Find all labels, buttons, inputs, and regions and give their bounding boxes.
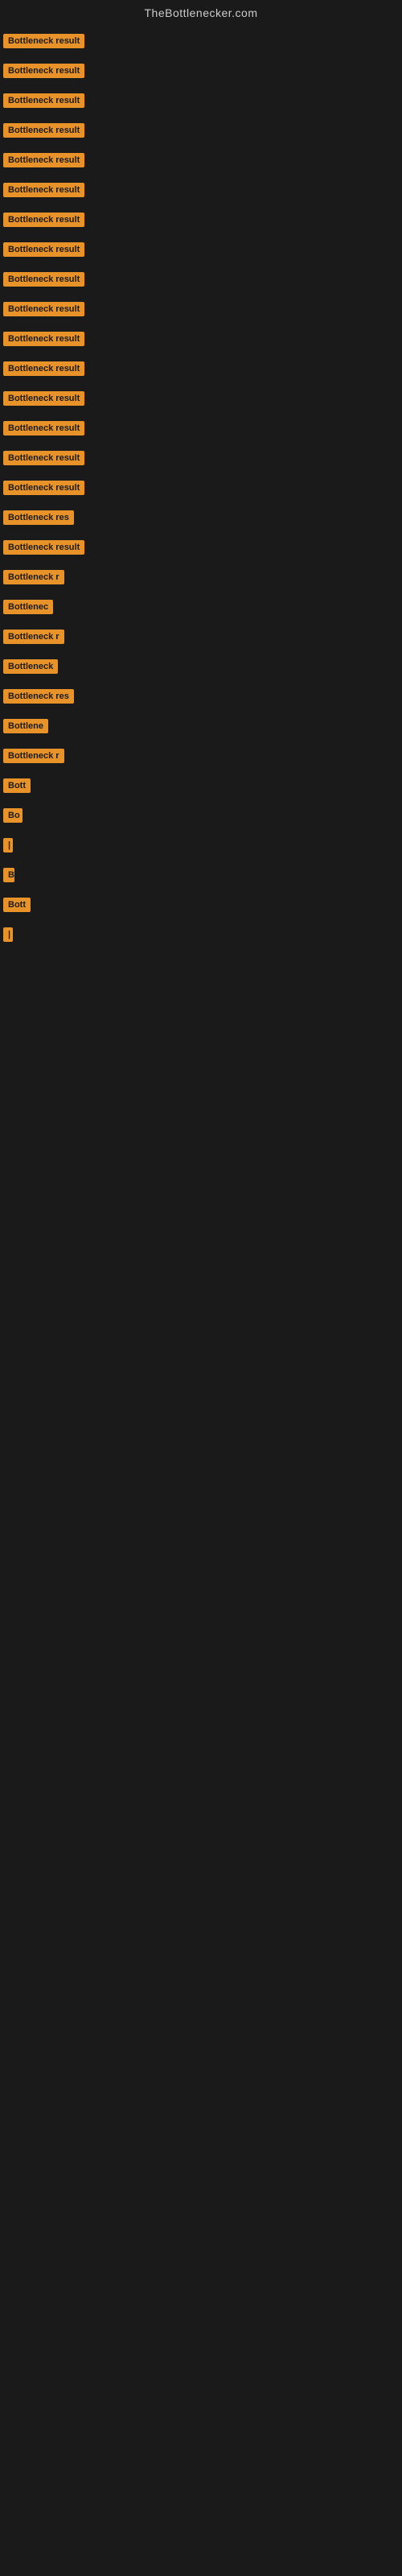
bottleneck-result-label[interactable]: Bottleneck result: [3, 391, 84, 406]
list-item: Bottleneck result: [0, 416, 402, 444]
list-item: Bottleneck result: [0, 178, 402, 206]
bottleneck-result-label[interactable]: Bottleneck result: [3, 421, 84, 436]
bottleneck-result-label[interactable]: Bottleneck result: [3, 332, 84, 346]
bottleneck-result-label[interactable]: Bottleneck result: [3, 451, 84, 465]
list-item: Bott: [0, 893, 402, 921]
list-item: Bottleneck r: [0, 744, 402, 772]
bottleneck-result-label[interactable]: Bottleneck: [3, 659, 58, 674]
list-item: Bottleneck result: [0, 208, 402, 236]
list-item: Bottleneck res: [0, 506, 402, 534]
list-item: Bott: [0, 774, 402, 802]
site-title: TheBottlenecker.com: [0, 0, 402, 26]
bottleneck-result-label[interactable]: |: [3, 838, 13, 852]
bottleneck-result-label[interactable]: Bott: [3, 778, 31, 793]
list-item: Bottleneck result: [0, 59, 402, 87]
list-item: Bottleneck result: [0, 386, 402, 415]
list-item: B: [0, 863, 402, 891]
bottleneck-result-label[interactable]: Bottleneck r: [3, 570, 64, 584]
bottleneck-result-label[interactable]: Bottleneck result: [3, 93, 84, 108]
list-item: Bottleneck result: [0, 118, 402, 147]
items-container: Bottleneck result Bottleneck result Bottle…: [0, 26, 402, 956]
bottleneck-result-label[interactable]: Bottleneck result: [3, 183, 84, 197]
list-item: Bo: [0, 803, 402, 832]
bottleneck-result-label[interactable]: Bottleneck result: [3, 302, 84, 316]
bottleneck-result-label[interactable]: Bottleneck result: [3, 481, 84, 495]
list-item: Bottleneck result: [0, 357, 402, 385]
list-item: Bottleneck result: [0, 148, 402, 176]
list-item: Bottleneck result: [0, 535, 402, 564]
list-item: Bottleneck r: [0, 565, 402, 593]
bottleneck-result-label[interactable]: Bottleneck result: [3, 242, 84, 257]
list-item: Bottleneck result: [0, 446, 402, 474]
list-item: Bottleneck result: [0, 327, 402, 355]
bottleneck-result-label[interactable]: Bottleneck r: [3, 630, 64, 644]
bottleneck-result-label[interactable]: B: [3, 868, 14, 882]
bottleneck-result-label[interactable]: Bo: [3, 808, 23, 823]
list-item: Bottlene: [0, 714, 402, 742]
bottleneck-result-label[interactable]: Bottleneck result: [3, 34, 84, 48]
list-item: Bottleneck: [0, 654, 402, 683]
bottleneck-result-label[interactable]: Bottleneck r: [3, 749, 64, 763]
list-item: Bottlenec: [0, 595, 402, 623]
list-item: Bottleneck result: [0, 237, 402, 266]
list-item: Bottleneck r: [0, 625, 402, 653]
list-item: |: [0, 833, 402, 861]
list-item: |: [0, 923, 402, 951]
list-item: Bottleneck result: [0, 29, 402, 57]
bottleneck-result-label[interactable]: Bottleneck res: [3, 510, 74, 525]
list-item: Bottleneck result: [0, 89, 402, 117]
list-item: Bottleneck result: [0, 297, 402, 325]
bottleneck-result-label[interactable]: Bottlenec: [3, 600, 53, 614]
bottleneck-result-label[interactable]: Bottlene: [3, 719, 48, 733]
bottleneck-result-label[interactable]: Bott: [3, 898, 31, 912]
bottleneck-result-label[interactable]: Bottleneck result: [3, 272, 84, 287]
bottleneck-result-label[interactable]: |: [3, 927, 13, 942]
list-item: Bottleneck res: [0, 684, 402, 712]
bottleneck-result-label[interactable]: Bottleneck result: [3, 153, 84, 167]
bottleneck-result-label[interactable]: Bottleneck result: [3, 64, 84, 78]
bottleneck-result-label[interactable]: Bottleneck result: [3, 213, 84, 227]
bottleneck-result-label[interactable]: Bottleneck res: [3, 689, 74, 704]
bottleneck-result-label[interactable]: Bottleneck result: [3, 123, 84, 138]
bottleneck-result-label[interactable]: Bottleneck result: [3, 361, 84, 376]
list-item: Bottleneck result: [0, 476, 402, 504]
bottleneck-result-label[interactable]: Bottleneck result: [3, 540, 84, 555]
list-item: Bottleneck result: [0, 267, 402, 295]
